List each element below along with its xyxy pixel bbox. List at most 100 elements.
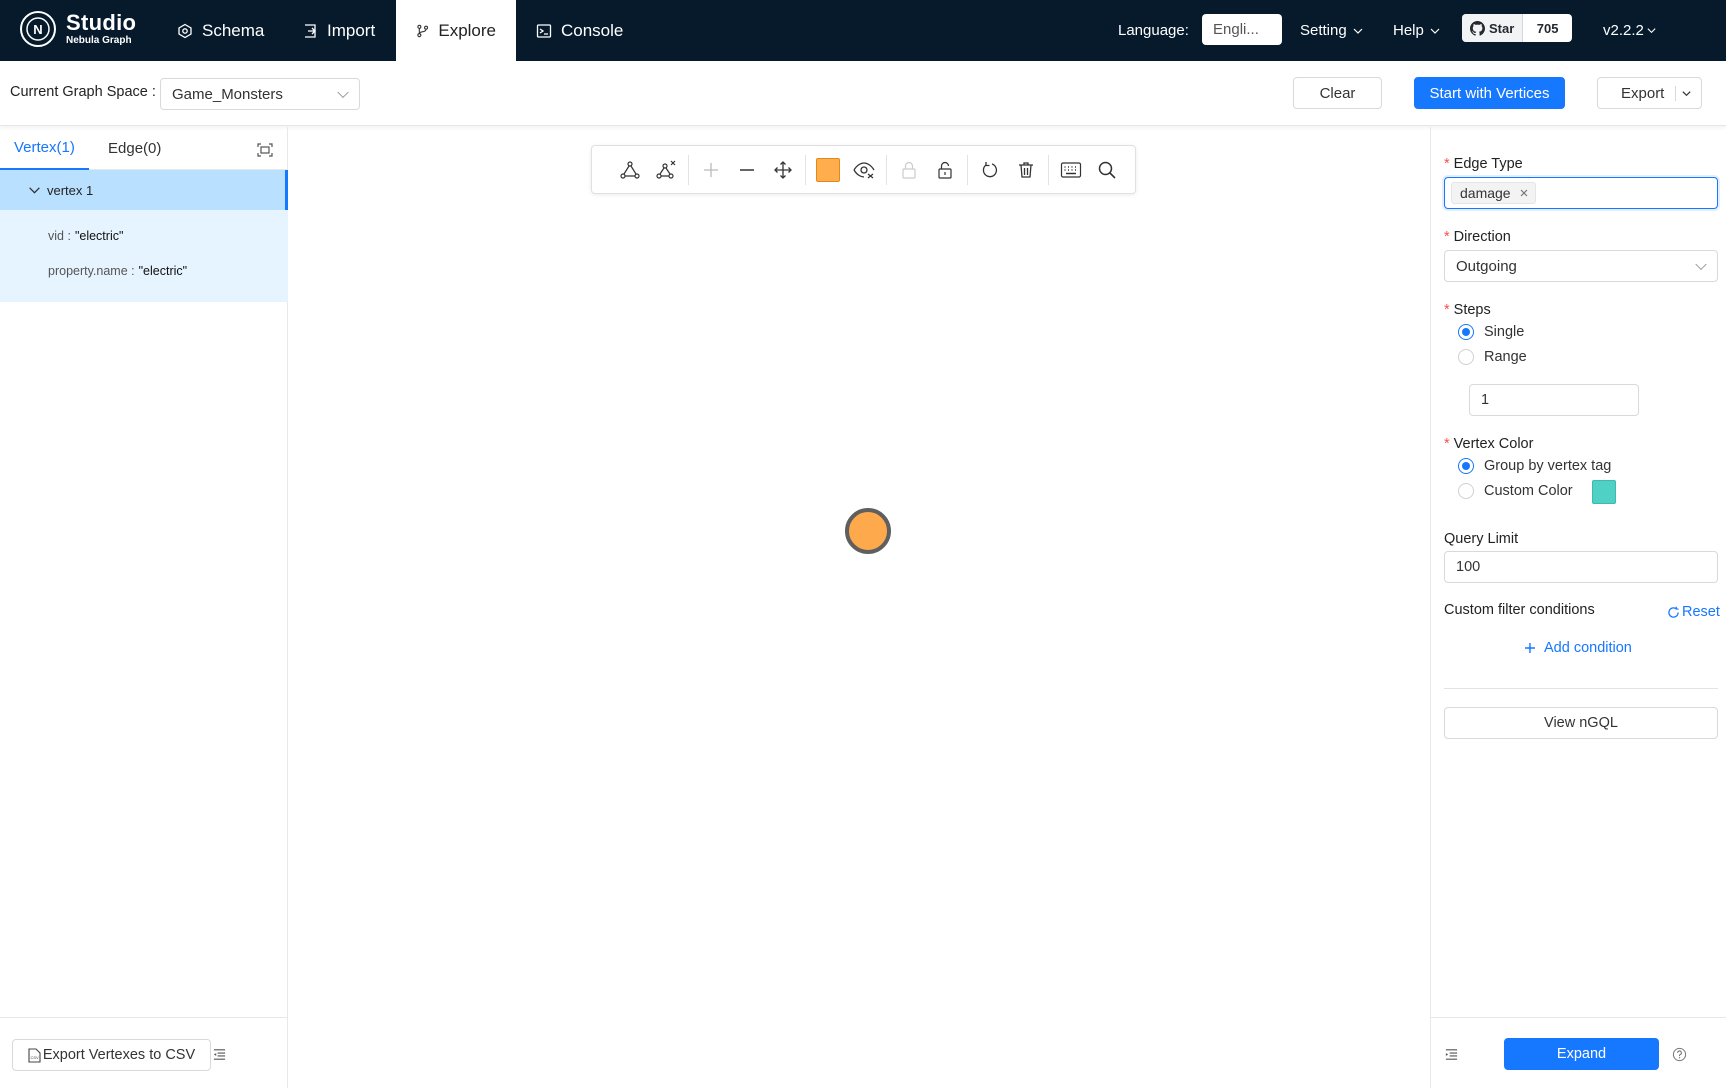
- keyboard-icon: [1060, 161, 1082, 178]
- expand-button[interactable]: Expand: [1504, 1038, 1659, 1070]
- steps-value: 1: [1481, 392, 1490, 408]
- property-value: "electric": [138, 264, 188, 278]
- import-icon: [305, 23, 316, 38]
- graph-nodes-icon: [620, 160, 640, 179]
- color-custom-radio[interactable]: Custom Color: [1458, 483, 1573, 499]
- toolbar-divider: [805, 154, 806, 185]
- export-vertexes-csv-label: Export Vertexes to CSV: [42, 1047, 196, 1063]
- shortcuts-tool[interactable]: [1053, 152, 1089, 188]
- color-custom-label: Custom Color: [1484, 483, 1573, 499]
- steps-range-radio[interactable]: Range: [1458, 349, 1527, 365]
- github-star-button[interactable]: Star 705: [1462, 14, 1572, 42]
- zoom-out-tool[interactable]: [729, 152, 765, 188]
- custom-color-swatch[interactable]: [1592, 480, 1616, 504]
- chevron-down-icon: [1353, 28, 1363, 34]
- canvas-toolbar: [591, 145, 1136, 194]
- vertex-row[interactable]: vertex 1: [0, 170, 288, 210]
- nav-import[interactable]: Import: [282, 0, 395, 61]
- help-circle-icon[interactable]: [1672, 1047, 1687, 1062]
- reset-button[interactable]: Reset: [1667, 604, 1720, 620]
- svg-text:CSV: CSV: [30, 1055, 39, 1060]
- steps-single-label: Single: [1484, 324, 1525, 340]
- zoom-in-tool[interactable]: [693, 152, 729, 188]
- color-group-radio[interactable]: Group by vertex tag: [1458, 458, 1611, 474]
- pan-tool[interactable]: [765, 152, 801, 188]
- chevron-down-icon: [1647, 28, 1656, 34]
- chevron-down-icon[interactable]: [1681, 88, 1692, 99]
- start-with-vertices-button[interactable]: Start with Vertices: [1414, 77, 1565, 109]
- language-select[interactable]: Engli...: [1202, 14, 1282, 45]
- fit-view-icon[interactable]: [257, 142, 273, 158]
- property-value: "electric": [74, 229, 124, 243]
- steps-single-radio[interactable]: Single: [1458, 324, 1524, 340]
- chevron-down-icon: [1430, 28, 1440, 34]
- select-nodes-tool[interactable]: [612, 152, 648, 188]
- nav-import-label: Import: [327, 20, 376, 40]
- version-menu[interactable]: v2.2.2: [1603, 0, 1657, 61]
- query-limit-input[interactable]: 100: [1444, 551, 1718, 583]
- edge-type-select[interactable]: damage: [1444, 177, 1718, 209]
- vertex-property: vid : "electric": [48, 229, 123, 243]
- undo-icon: [982, 161, 998, 177]
- edge-type-label: * Edge Type: [1444, 156, 1523, 172]
- export-button[interactable]: Export: [1597, 77, 1702, 109]
- unlock-tool[interactable]: [927, 152, 963, 188]
- tab-vertex[interactable]: Vertex(1): [0, 127, 89, 170]
- nav-schema[interactable]: Schema: [157, 0, 284, 61]
- tab-edge[interactable]: Edge(0): [108, 127, 161, 170]
- plus-icon: [1525, 643, 1535, 653]
- nav-explore[interactable]: Explore: [396, 0, 516, 61]
- logo-subtitle: Nebula Graph: [66, 35, 132, 46]
- undo-tool[interactable]: [972, 152, 1008, 188]
- expand-panel: * Edge Type damage * Direction Outgoing * S…: [1430, 127, 1726, 1088]
- toolbar-divider: [967, 154, 968, 185]
- studio-logo[interactable]: N Studio Nebula Graph: [18, 9, 136, 49]
- direction-select[interactable]: Outgoing: [1444, 250, 1718, 282]
- close-icon[interactable]: [1519, 188, 1529, 198]
- node-color-tool[interactable]: [810, 152, 846, 188]
- direction-label-text: Direction: [1453, 229, 1511, 245]
- expand-panel-footer: Expand: [1431, 1017, 1726, 1088]
- add-condition-button[interactable]: Add condition: [1524, 640, 1632, 656]
- steps-input[interactable]: 1: [1469, 384, 1639, 416]
- vertex-details: vid : "electric" property.name : "electric…: [0, 210, 288, 302]
- delete-tool[interactable]: [1008, 152, 1044, 188]
- setting-menu[interactable]: Setting: [1300, 0, 1364, 61]
- remove-nodes-tool[interactable]: [648, 152, 684, 188]
- space-label: Current Graph Space :: [10, 84, 156, 100]
- trash-icon: [1019, 161, 1033, 178]
- help-menu[interactable]: Help: [1393, 0, 1441, 61]
- explore-branch-icon: [417, 24, 429, 37]
- plus-icon: [704, 162, 718, 177]
- move-arrows-icon: [774, 160, 792, 179]
- export-divider: [1675, 86, 1676, 101]
- add-condition-label: Add condition: [1544, 640, 1632, 656]
- language-label: Language:: [1118, 22, 1189, 39]
- nav-explore-label: Explore: [438, 20, 496, 40]
- unlock-icon: [938, 161, 952, 179]
- hide-tool[interactable]: [846, 152, 882, 188]
- radio-checked-icon: [1458, 324, 1474, 340]
- schema-icon: [178, 23, 192, 38]
- view-ngql-button[interactable]: View nGQL: [1444, 707, 1718, 739]
- graph-canvas[interactable]: [289, 127, 1430, 1088]
- toolbar-divider: [688, 154, 689, 185]
- graph-space-bar: Current Graph Space : Game_Monsters Clea…: [0, 61, 1726, 126]
- edge-type-label-text: Edge Type: [1453, 156, 1523, 172]
- chevron-down-icon: [1695, 258, 1707, 271]
- lock-tool[interactable]: [891, 152, 927, 188]
- graph-vertex-node[interactable]: [845, 508, 891, 554]
- graph-space-select[interactable]: Game_Monsters: [160, 78, 360, 110]
- toolbar-divider: [886, 154, 887, 185]
- collapse-panel-icon[interactable]: [212, 1047, 227, 1062]
- collapse-panel-icon[interactable]: [1444, 1047, 1459, 1062]
- export-vertexes-csv-button[interactable]: CSV Export Vertexes to CSV: [12, 1039, 211, 1071]
- nav-console[interactable]: Console: [516, 0, 643, 61]
- svg-text:N: N: [33, 22, 42, 37]
- direction-value: Outgoing: [1456, 257, 1517, 275]
- nebula-logo-icon: N: [20, 11, 56, 47]
- clear-button[interactable]: Clear: [1293, 77, 1382, 109]
- query-limit-label: Query Limit: [1444, 531, 1519, 547]
- search-tool[interactable]: [1089, 152, 1125, 188]
- reset-label: Reset: [1682, 604, 1720, 620]
